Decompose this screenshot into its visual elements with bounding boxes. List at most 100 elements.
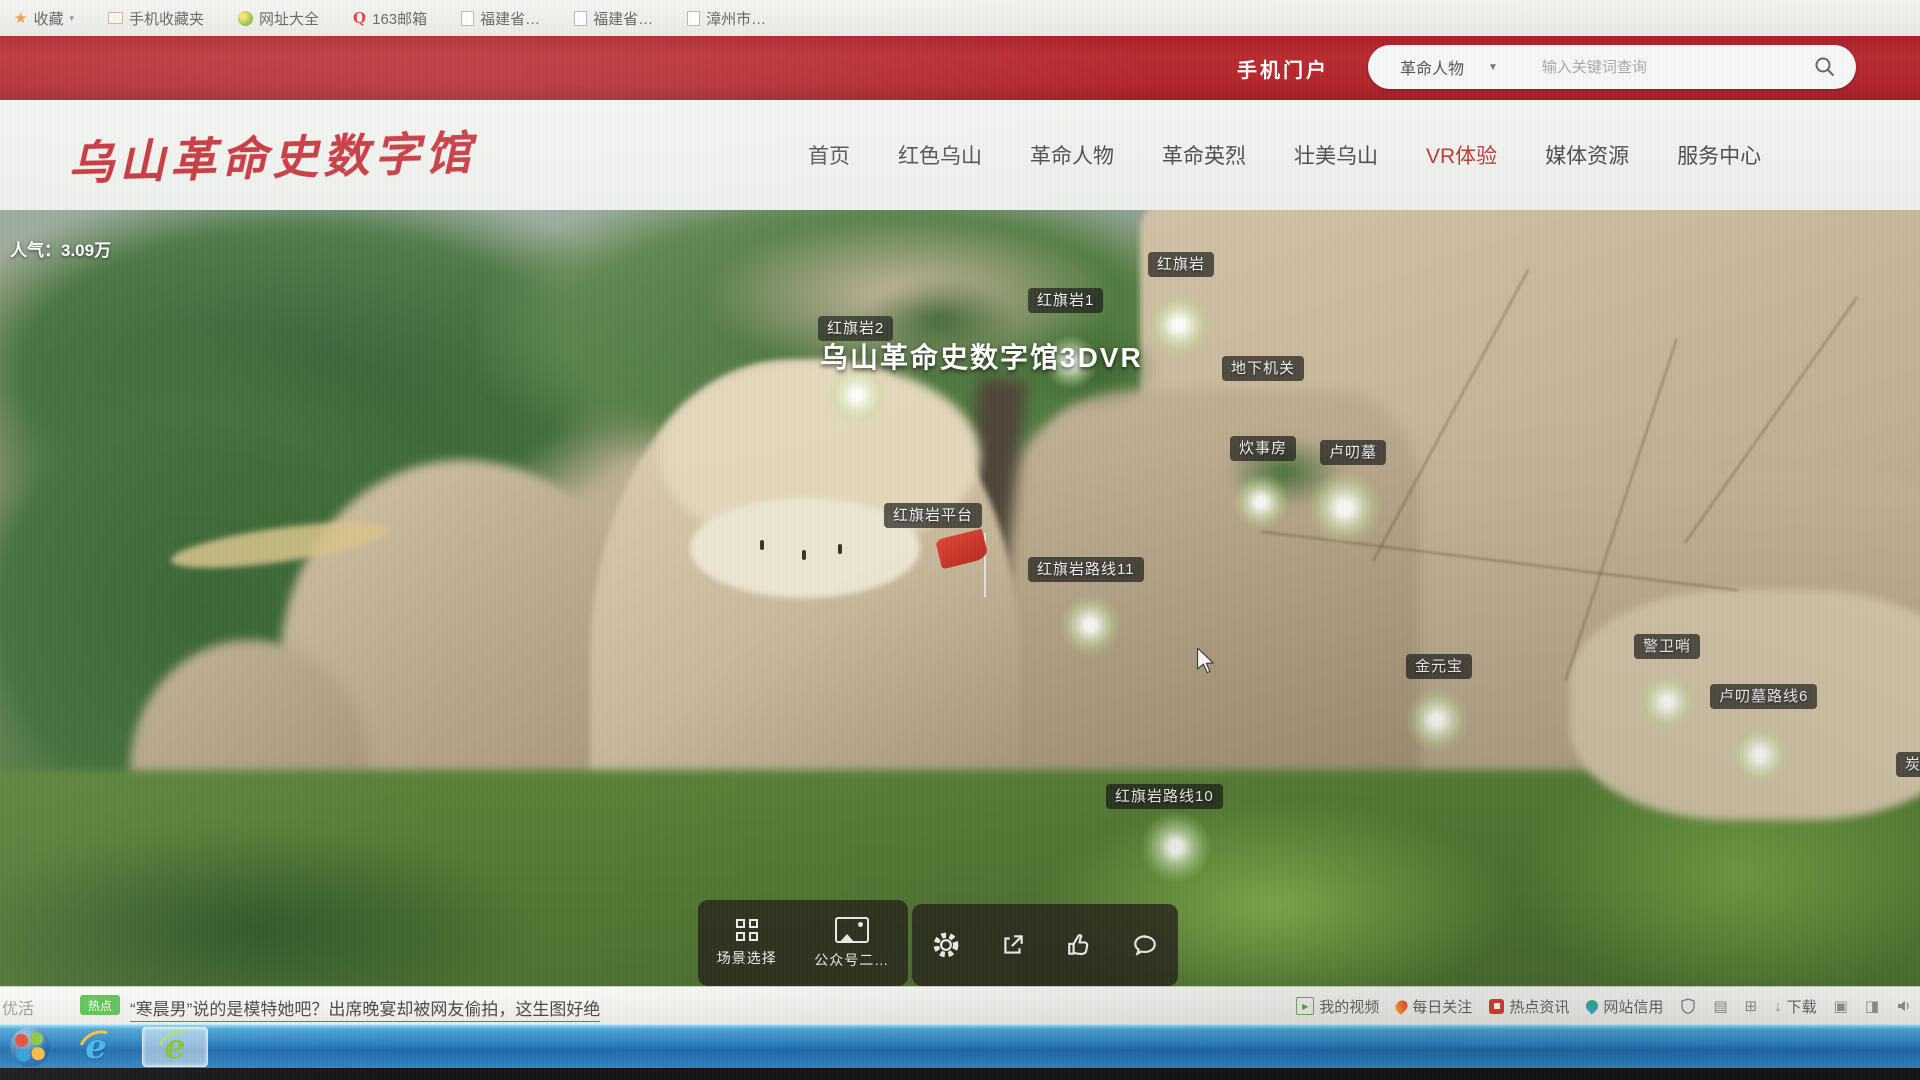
hotspot-label[interactable]: 卢叨墓路线6 [1710, 684, 1817, 709]
hotspot-label[interactable]: 红旗岩1 [1028, 288, 1103, 313]
hotspot-label[interactable]: 警卫哨 [1634, 634, 1700, 659]
search-button[interactable] [1814, 56, 1836, 78]
vegetation-patch [0, 830, 530, 986]
nav-item-home[interactable]: 首页 [808, 140, 850, 170]
water-drop-icon [1584, 998, 1601, 1015]
hotspot-label[interactable]: 红旗岩平台 [884, 503, 982, 528]
nav-item-figures[interactable]: 革命人物 [1030, 140, 1114, 170]
main-navbar: 乌山革命史数字馆 首页 红色乌山 革命人物 革命英烈 壮美乌山 VR体验 媒体资… [0, 100, 1920, 210]
hotspot-label[interactable]: 红旗岩路线11 [1028, 557, 1144, 582]
tray-icon[interactable]: ▣ [1834, 997, 1848, 1015]
hot-news-icon [1489, 999, 1504, 1014]
security-shield-button[interactable] [1680, 998, 1696, 1014]
taskbar-ie-button[interactable]: e [64, 1028, 128, 1066]
site-credit-button[interactable]: 网站信用 [1586, 996, 1663, 1017]
hotspot-label[interactable]: 炊事房 [1230, 436, 1296, 461]
play-icon: ▶ [1296, 997, 1314, 1015]
bookmark-label: 福建省… [480, 8, 540, 29]
bookmarks-bar: ★ 收藏 ▾ 手机收藏夹 网址大全 Q 163邮箱 福建省… 福建省… 漳州市… [0, 0, 1920, 36]
page-icon [574, 11, 587, 26]
hotspot-glow[interactable] [1405, 688, 1469, 752]
hotspot-label[interactable]: 红旗岩 [1148, 252, 1214, 277]
grid-icon [736, 919, 758, 941]
hotspot-glow[interactable] [1147, 293, 1211, 357]
daily-follow-button[interactable]: 每日关注 [1396, 996, 1472, 1017]
qr-code-button[interactable]: 公众号二… [814, 917, 889, 970]
bookmark-fujian-1[interactable]: 福建省… [461, 8, 540, 29]
vr-panorama-viewer[interactable]: 人气：3.09万 乌山革命史数字馆3DVR 红旗岩 红旗岩1 红旗岩2 地下机关… [0, 210, 1920, 986]
bookmark-site-directory[interactable]: 网址大全 [238, 8, 319, 29]
nav-item-martyrs[interactable]: 革命英烈 [1162, 140, 1246, 170]
nav-links: 首页 红色乌山 革命人物 革命英烈 壮美乌山 VR体验 媒体资源 服务中心 [808, 100, 1761, 210]
bookmark-zhangzhou[interactable]: 漳州市… [687, 8, 766, 29]
hotspot-glow[interactable] [1308, 471, 1382, 545]
hotspot-label[interactable]: 地下机关 [1222, 356, 1304, 381]
volume-button[interactable] [1896, 998, 1912, 1014]
vr-toolbar-right [912, 904, 1178, 986]
vr-scene-title: 乌山革命史数字馆3DVR [820, 336, 1143, 376]
nav-item-media[interactable]: 媒体资源 [1545, 140, 1629, 170]
hotspot-glow[interactable] [1638, 673, 1696, 731]
windows-taskbar: e e [0, 1024, 1920, 1068]
qr-label: 公众号二… [814, 950, 889, 970]
status-label: 每日关注 [1412, 996, 1472, 1017]
popularity-counter: 人气：3.09万 [10, 236, 111, 261]
page-icon [461, 11, 474, 26]
tray-icon[interactable]: ▤ [1713, 997, 1727, 1015]
taskbar-360-browser-button[interactable]: e [142, 1027, 208, 1067]
tray-icon[interactable]: ⊞ [1745, 997, 1758, 1015]
share-icon [1000, 932, 1026, 958]
search-category-dropdown[interactable]: 革命人物 ▼ [1368, 55, 1498, 79]
mobile-portal-link[interactable]: 手机门户 [1237, 54, 1329, 83]
nav-item-red-wushan[interactable]: 红色乌山 [898, 140, 982, 170]
ticker-headline-link[interactable]: “寒晨男”说的是模特她吧？出席晚宴却被网友偷拍，这生图好绝 [130, 995, 600, 1022]
hotspot-glow[interactable] [1233, 474, 1289, 530]
hot-news-button[interactable]: 热点资讯 [1489, 996, 1569, 1017]
nav-item-service[interactable]: 服务中心 [1677, 140, 1761, 170]
speaker-icon [1896, 998, 1912, 1014]
search-category-value: 革命人物 [1400, 55, 1464, 79]
bookmark-label: 手机收藏夹 [129, 8, 204, 29]
person-figure [838, 544, 842, 554]
ticker-partial-text: 优活 [2, 995, 34, 1019]
person-figure [802, 550, 806, 560]
bookmark-mobile-favorites[interactable]: 手机收藏夹 [108, 8, 204, 29]
status-label: 网站信用 [1603, 996, 1663, 1017]
person-figure [760, 540, 764, 550]
nav-item-vr[interactable]: VR体验 [1426, 140, 1497, 170]
download-button[interactable]: ↓ 下载 [1774, 996, 1817, 1017]
tray-icon[interactable]: ◨ [1865, 997, 1879, 1015]
bookmark-favorites[interactable]: ★ 收藏 ▾ [14, 8, 74, 29]
bookmark-fujian-2[interactable]: 福建省… [574, 8, 653, 29]
nav-item-scenic[interactable]: 壮美乌山 [1294, 140, 1378, 170]
hotspot-label[interactable]: 炭 [1896, 752, 1920, 777]
monitor-bezel [0, 1068, 1920, 1080]
hotspot-label[interactable]: 红旗岩2 [818, 316, 893, 341]
bookmark-label: 163邮箱 [372, 8, 427, 29]
search-bar: 革命人物 ▼ [1368, 45, 1856, 89]
search-input[interactable] [1498, 58, 1814, 77]
hotspot-label[interactable]: 卢叨墓 [1320, 440, 1386, 465]
flame-icon [1393, 998, 1410, 1015]
bookmark-label: 网址大全 [259, 8, 319, 29]
start-button[interactable] [10, 1027, 50, 1067]
bookmark-label: 漳州市… [706, 8, 766, 29]
my-videos-button[interactable]: ▶ 我的视频 [1296, 996, 1379, 1017]
hotspot-label[interactable]: 金元宝 [1406, 654, 1472, 679]
browser-status-bar: 优活 热点 “寒晨男”说的是模特她吧？出席晚宴却被网友偷拍，这生图好绝 ▶ 我的… [0, 986, 1920, 1024]
thumbs-up-icon [1066, 932, 1092, 958]
vr-toolbar-left: 场景选择 公众号二… [698, 900, 908, 986]
mouse-cursor [1196, 648, 1216, 679]
share-button[interactable] [1000, 932, 1026, 958]
hotspot-glow[interactable] [1730, 725, 1790, 785]
settings-button[interactable] [932, 931, 960, 959]
scene-select-button[interactable]: 场景选择 [717, 919, 777, 968]
bookmark-label: 收藏 [33, 8, 63, 29]
hotspot-label[interactable]: 红旗岩路线10 [1106, 784, 1223, 809]
site-logo[interactable]: 乌山革命史数字馆 [67, 117, 477, 194]
bookmark-163-mail[interactable]: Q 163邮箱 [353, 8, 427, 29]
comment-button[interactable] [1132, 932, 1158, 958]
hotspot-glow[interactable] [1141, 812, 1211, 882]
hotspot-glow[interactable] [1059, 594, 1121, 656]
like-button[interactable] [1066, 932, 1092, 958]
